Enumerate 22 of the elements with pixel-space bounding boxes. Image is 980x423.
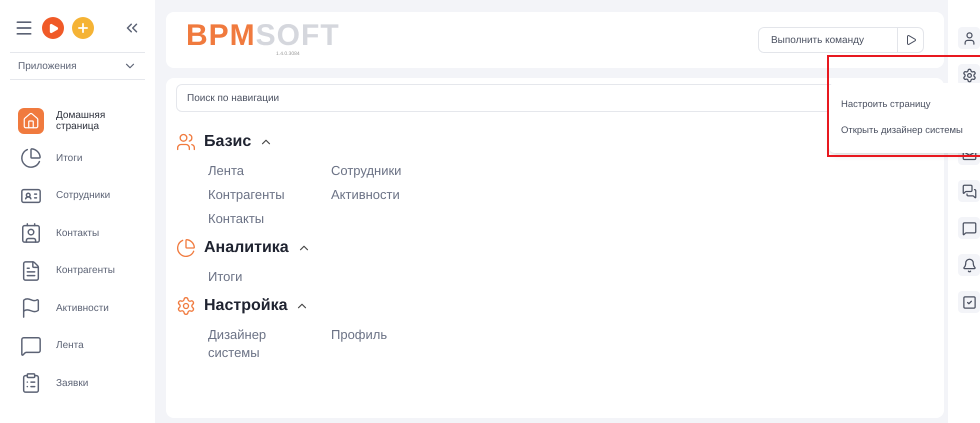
nav-link[interactable]: Лента (208, 162, 288, 180)
sidebar-item[interactable]: Лента (10, 327, 145, 364)
section-title: Аналитика (204, 238, 289, 258)
sidebar-item[interactable]: Домашняя страница (10, 102, 145, 140)
nav-link[interactable]: Профиль (331, 326, 411, 362)
sidebar-item[interactable]: Итоги (10, 140, 145, 177)
nav-link[interactable]: Контрагенты (208, 186, 288, 204)
nav-link[interactable]: Активности (331, 186, 411, 204)
sidebar-item[interactable]: Заявки (10, 364, 145, 402)
apps-dropdown[interactable]: Приложения (10, 52, 145, 80)
sidebar-item[interactable]: Сотрудники (10, 177, 145, 214)
nav-link[interactable]: Сотрудники (331, 162, 411, 180)
nav-link[interactable]: Контакты (208, 210, 288, 228)
menu-item[interactable]: Открыть дизайнер системы (841, 124, 980, 138)
sidebar-item[interactable]: Контакты (10, 214, 145, 252)
nav-link[interactable]: Дизайнер системы (208, 326, 288, 362)
section-title: Базис (204, 132, 252, 152)
command-field[interactable]: Выполнить команду (758, 27, 898, 53)
nav-link[interactable]: Итоги (208, 268, 288, 286)
sidebar-item[interactable]: Активности (10, 290, 145, 327)
section-title: Настройка (204, 296, 288, 316)
sidebar-item[interactable]: Контрагенты (10, 252, 145, 290)
